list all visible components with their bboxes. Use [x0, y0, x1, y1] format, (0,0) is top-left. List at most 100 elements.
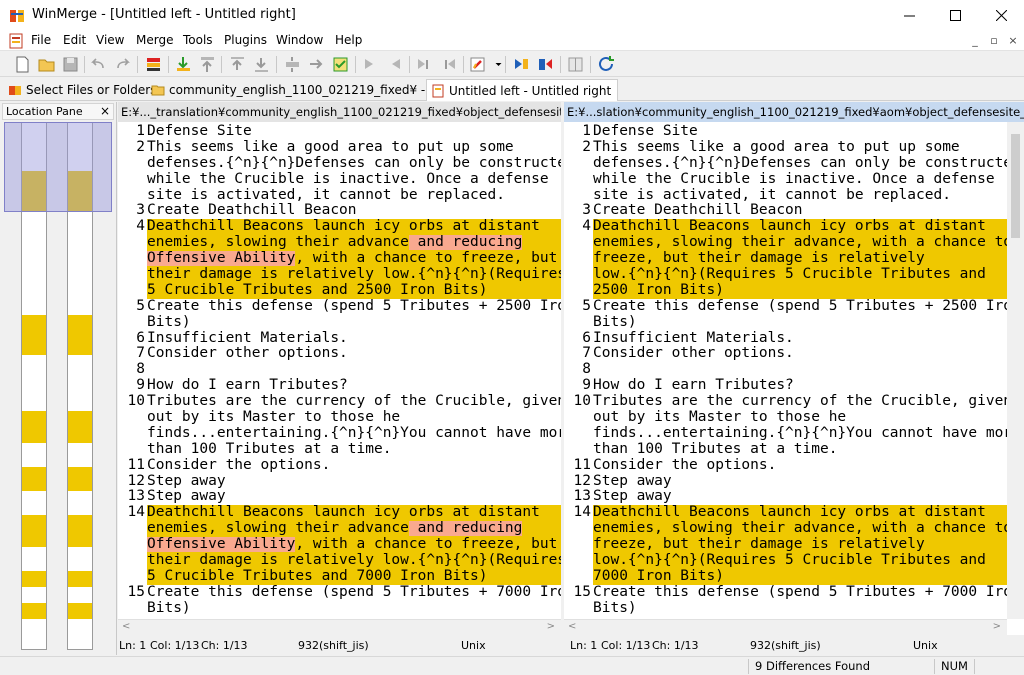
location-viewport-indicator[interactable] — [4, 122, 112, 212]
text-line[interactable]: 5 Create this defense (spend 5 Tributes +… — [564, 298, 1007, 315]
location-diff-marker[interactable] — [68, 411, 92, 443]
text-line[interactable]: 2 This seems like a good area to put up s… — [118, 139, 561, 156]
text-line[interactable]: defenses.{^n}{^n}Defenses can only be co… — [118, 156, 561, 172]
text-line[interactable]: 9 How do I earn Tributes? — [118, 377, 561, 394]
redo-button[interactable] — [113, 55, 132, 74]
diff-line[interactable]: freeze, but their damage is relatively — [564, 537, 1007, 554]
document-menu-icon[interactable] — [8, 33, 24, 49]
text-line[interactable]: 9 How do I earn Tributes? — [564, 377, 1007, 394]
new-button[interactable] — [13, 55, 32, 74]
diff-line[interactable]: 7000 Iron Bits) — [564, 568, 1007, 585]
menu-view[interactable]: View — [96, 33, 124, 47]
mdi-restore-icon[interactable]: ▫ — [987, 34, 1001, 48]
menu-edit[interactable]: Edit — [63, 33, 86, 47]
close-button[interactable] — [978, 0, 1024, 31]
diff-line[interactable]: Offensive Ability, with a chance to free… — [118, 251, 561, 268]
tab-file-compare[interactable]: Untitled left - Untitled right — [426, 79, 619, 101]
text-line[interactable]: 11 Consider the options. — [564, 457, 1007, 474]
tab-select-files[interactable]: Select Files or Folders — [4, 79, 162, 101]
diff-line[interactable]: 5 Crucible Tributes and 2500 Iron Bits) — [118, 282, 561, 299]
location-diff-marker[interactable] — [68, 467, 92, 491]
text-line[interactable]: 12 Step away — [118, 473, 561, 490]
vertical-scroll-thumb[interactable] — [1011, 134, 1020, 238]
diff-line[interactable]: Offensive Ability, with a chance to free… — [118, 537, 561, 554]
text-line[interactable]: out by its Master to those he — [118, 410, 561, 426]
split-view-button[interactable] — [566, 55, 585, 74]
options-button[interactable] — [469, 55, 488, 74]
refresh-button[interactable] — [597, 55, 616, 74]
text-line[interactable]: 12 Step away — [564, 473, 1007, 490]
left-file-content[interactable]: 1 Defense Site 2 This seems like a good are… — [118, 123, 561, 617]
first-diff-button[interactable] — [228, 55, 247, 74]
diff-line[interactable]: low.{^n}{^n}(Requires 5 Crucible Tribute… — [564, 267, 1007, 283]
diff-line[interactable]: 4 Deathchill Beacons launch icy orbs at d… — [118, 218, 561, 236]
menu-file[interactable]: File — [31, 33, 51, 47]
scroll-left-icon[interactable]: < — [568, 621, 576, 632]
text-line[interactable]: 3 Create Deathchill Beacon — [564, 203, 1007, 219]
text-line[interactable]: 15 Create this defense (spend 5 Tributes … — [118, 584, 561, 601]
text-line[interactable]: 11 Consider the options. — [118, 457, 561, 474]
location-diff-marker[interactable] — [22, 315, 46, 355]
scroll-left-icon[interactable]: < — [122, 621, 130, 632]
location-diff-marker[interactable] — [22, 571, 46, 587]
text-line[interactable]: site is activated, it cannot be replaced… — [118, 188, 561, 204]
text-line[interactable]: 10 Tributes are the currency of the Cruci… — [564, 393, 1007, 410]
tab-folder-compare[interactable]: community_english_1100_021219_fixed¥ - a… — [147, 79, 469, 101]
left-horizontal-scrollbar[interactable]: < > — [118, 619, 561, 635]
text-line[interactable]: 13 Step away — [118, 489, 561, 505]
text-line[interactable]: 8 — [118, 361, 561, 378]
merge-left-button[interactable] — [385, 55, 404, 74]
location-diff-marker[interactable] — [22, 411, 46, 443]
maximize-button[interactable] — [932, 0, 978, 31]
diff-line[interactable]: 2500 Iron Bits) — [564, 282, 1007, 299]
current-diff-button[interactable] — [283, 55, 302, 74]
location-diff-marker[interactable] — [68, 315, 92, 355]
text-line[interactable]: 7 Consider other options. — [118, 346, 561, 362]
text-line[interactable]: 7 Consider other options. — [564, 346, 1007, 362]
location-diff-marker[interactable] — [68, 515, 92, 547]
diff-line[interactable]: enemies, slowing their advance, with a c… — [564, 235, 1007, 252]
diff-line[interactable]: 14 Deathchill Beacons launch icy orbs at … — [118, 504, 561, 522]
text-line[interactable]: 8 — [564, 361, 1007, 378]
copy-left-advance-button[interactable] — [439, 55, 458, 74]
text-line[interactable]: Bits) — [118, 315, 561, 331]
scroll-right-icon[interactable]: > — [993, 621, 1001, 632]
left-file-pane[interactable]: E:¥..._translation¥community_english_110… — [118, 102, 561, 635]
menu-window[interactable]: Window — [276, 33, 323, 47]
text-line[interactable]: 15 Create this defense (spend 5 Tributes … — [564, 584, 1007, 601]
scroll-right-icon[interactable]: > — [547, 621, 555, 632]
location-diff-marker[interactable] — [22, 603, 46, 619]
text-line[interactable]: while the Crucible is inactive. Once a d… — [118, 172, 561, 188]
save-button[interactable] — [61, 55, 80, 74]
text-line[interactable]: 3 Create Deathchill Beacon — [118, 203, 561, 219]
merge-right-button[interactable] — [361, 55, 380, 74]
open-button[interactable] — [37, 55, 56, 74]
diff-line[interactable]: low.{^n}{^n}(Requires 5 Crucible Tribute… — [564, 553, 1007, 569]
menu-merge[interactable]: Merge — [136, 33, 173, 47]
compare-button[interactable] — [512, 55, 531, 74]
text-line[interactable]: out by its Master to those he — [564, 410, 1007, 426]
text-line[interactable]: Bits) — [564, 601, 1007, 617]
location-pane-close-icon[interactable]: × — [100, 104, 110, 119]
next-diff-button[interactable] — [174, 55, 193, 74]
diff-line[interactable]: enemies, slowing their advance and reduc… — [118, 235, 561, 252]
text-line[interactable]: defenses.{^n}{^n}Defenses can only be co… — [564, 156, 1007, 172]
diff-line[interactable]: their damage is relatively low.{^n}{^n}(… — [118, 553, 561, 569]
diff-line[interactable]: 5 Crucible Tributes and 7000 Iron Bits) — [118, 568, 561, 585]
text-line[interactable]: site is activated, it cannot be replaced… — [564, 188, 1007, 204]
copy-all-button[interactable] — [331, 55, 350, 74]
location-diff-marker[interactable] — [22, 467, 46, 491]
right-horizontal-scrollbar[interactable]: < > — [564, 619, 1007, 635]
last-diff-button[interactable] — [252, 55, 271, 74]
diff-line[interactable]: their damage is relatively low.{^n}{^n}(… — [118, 267, 561, 283]
right-file-content[interactable]: 1 Defense Site 2 This seems like a good are… — [564, 123, 1007, 617]
menu-tools[interactable]: Tools — [183, 33, 213, 47]
compare-selection-button[interactable] — [536, 55, 555, 74]
toggle-diff-button[interactable] — [144, 55, 163, 74]
text-line[interactable]: 10 Tributes are the currency of the Cruci… — [118, 393, 561, 410]
text-line[interactable]: finds...entertaining.{^n}{^n}You cannot … — [564, 426, 1007, 442]
location-diff-marker[interactable] — [22, 515, 46, 547]
diff-line[interactable]: 14 Deathchill Beacons launch icy orbs at … — [564, 504, 1007, 522]
undo-button[interactable] — [89, 55, 108, 74]
text-line[interactable]: 1 Defense Site — [564, 123, 1007, 140]
